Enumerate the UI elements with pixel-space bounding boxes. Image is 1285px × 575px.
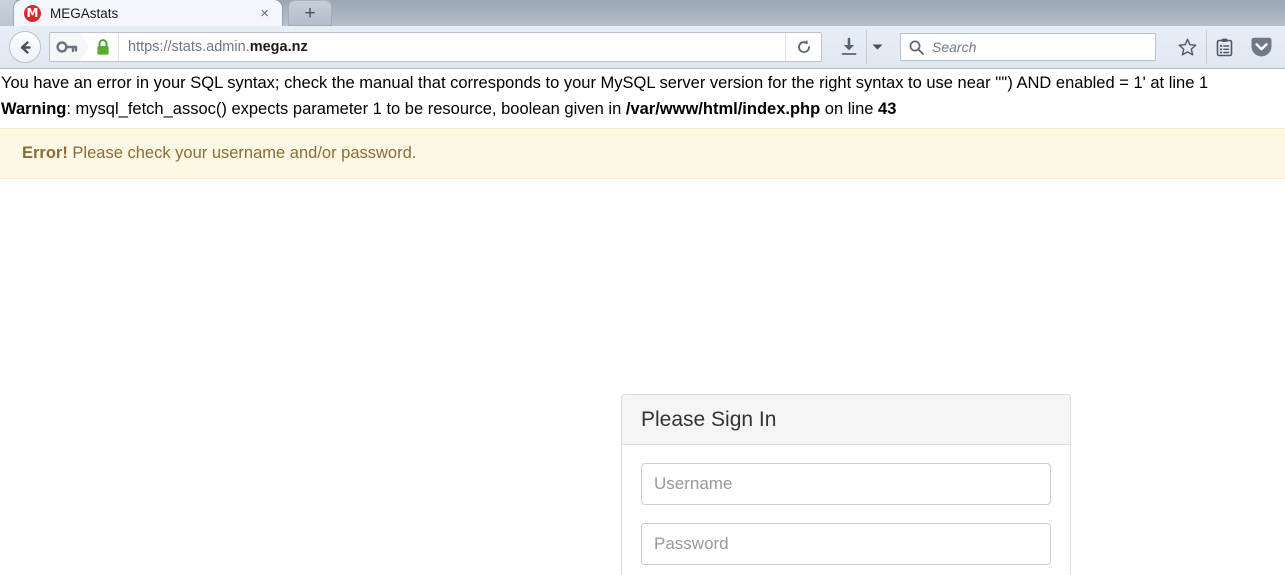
padlock-icon — [97, 38, 109, 55]
tab-strip: M MEGAstats × + — [0, 0, 1285, 26]
key-icon — [56, 41, 78, 53]
php-error-output: You have an error in your SQL syntax; ch… — [0, 69, 1285, 122]
downloads-button[interactable] — [832, 30, 866, 64]
php-warning-line: Warning: mysql_fetch_assoc() expects par… — [0, 97, 1285, 123]
warning-text-before: : mysql_fetch_assoc() expects parameter … — [66, 99, 626, 118]
reload-button[interactable] — [785, 33, 821, 61]
library-icon — [1216, 38, 1233, 56]
tab-strip-empty-area[interactable] — [332, 0, 1285, 26]
warning-line-number: 43 — [878, 99, 897, 118]
warning-text-after: on line — [820, 99, 879, 118]
login-form: Remember Me Login — [622, 445, 1070, 575]
search-input[interactable]: Search — [932, 39, 976, 55]
page-content: You have an error in your SQL syntax; ch… — [0, 69, 1285, 575]
sql-syntax-error-line: You have an error in your SQL syntax; ch… — [1, 74, 1209, 92]
bookmark-star-button[interactable] — [1172, 30, 1202, 64]
password-input[interactable] — [641, 523, 1051, 566]
back-button[interactable] — [9, 31, 41, 63]
alert-message: Please check your username and/or passwo… — [67, 144, 417, 163]
search-bar[interactable]: Search — [900, 33, 1156, 61]
plus-icon: + — [304, 2, 316, 24]
alert-strong-label: Error! — [22, 144, 68, 163]
url-prefix: https://stats.admin. — [128, 39, 250, 55]
back-arrow-icon — [20, 40, 31, 54]
url-host: mega.nz — [249, 39, 308, 55]
search-icon — [909, 40, 924, 55]
new-tab-button[interactable]: + — [288, 0, 332, 26]
browser-tab-megastats[interactable]: M MEGAstats × — [14, 0, 282, 26]
reload-icon — [797, 39, 810, 53]
identity-box[interactable] — [50, 33, 89, 61]
warning-file-path: /var/www/html/index.php — [625, 99, 821, 118]
tab-title: MEGAstats — [50, 5, 119, 21]
login-panel-heading: Please Sign In — [622, 395, 1070, 446]
url-text[interactable]: https://stats.admin. mega.nz — [118, 33, 785, 61]
download-icon — [841, 37, 857, 55]
chevron-down-icon — [872, 44, 883, 50]
navigation-toolbar: https://stats.admin. mega.nz Search — [0, 26, 1285, 69]
browser-chrome: M MEGAstats × + https://stats.admin. meg… — [0, 0, 1285, 69]
login-error-alert: Error! Please check your username and/or… — [0, 128, 1285, 180]
star-icon — [1178, 38, 1196, 56]
library-button[interactable] — [1206, 30, 1236, 64]
close-icon[interactable]: × — [253, 6, 276, 21]
login-panel: Please Sign In Remember Me Login — [621, 394, 1071, 575]
pocket-button[interactable] — [1246, 30, 1276, 64]
mega-favicon-icon: M — [24, 4, 41, 22]
downloads-dropdown-button[interactable] — [866, 30, 888, 64]
url-bar[interactable]: https://stats.admin. mega.nz — [49, 32, 822, 62]
username-input[interactable] — [641, 463, 1051, 506]
page-title: Please Sign In — [641, 408, 777, 431]
pocket-icon — [1251, 37, 1271, 56]
warning-label: Warning — [1, 99, 67, 118]
